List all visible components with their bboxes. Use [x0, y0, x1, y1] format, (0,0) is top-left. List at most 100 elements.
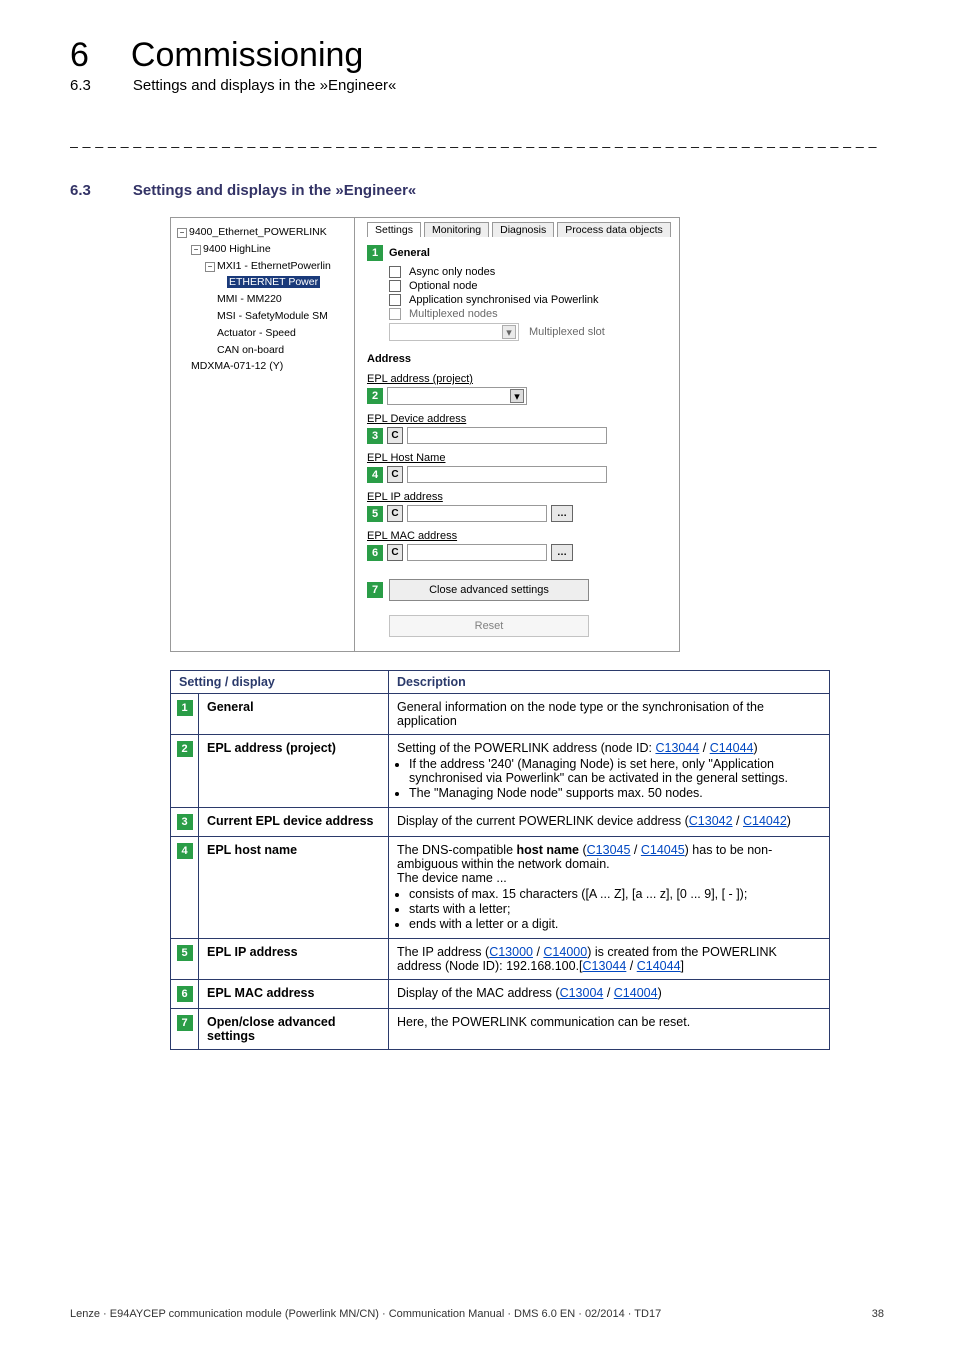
row-desc: The IP address (C13000 / C14000) is crea…: [389, 939, 830, 980]
input-epl-ip[interactable]: [407, 505, 547, 522]
code-link[interactable]: C14045: [641, 843, 685, 857]
checkbox-optional[interactable]: [389, 280, 401, 292]
code-link[interactable]: C14004: [614, 986, 658, 1000]
code-link[interactable]: C13042: [689, 814, 733, 828]
label-multi-slot: Multiplexed slot: [529, 326, 605, 338]
list-item: starts with a letter;: [409, 902, 821, 916]
dropdown-epl-project[interactable]: ▾: [387, 387, 527, 405]
callout-2: 2: [177, 741, 193, 757]
tab-diagnosis[interactable]: Diagnosis: [492, 222, 554, 237]
tree-node-selected[interactable]: ETHERNET Power: [227, 276, 320, 288]
callout-1: 1: [177, 700, 193, 716]
divider: _ _ _ _ _ _ _ _ _ _ _ _ _ _ _ _ _ _ _ _ …: [70, 132, 884, 148]
tree-node[interactable]: MMI - MM220: [217, 293, 282, 305]
label-epl-ip: EPL IP address: [367, 491, 671, 503]
tree-node[interactable]: CAN on-board: [217, 344, 284, 356]
table-row: 5 EPL IP address The IP address (C13000 …: [171, 939, 830, 980]
callout-7: 7: [367, 582, 383, 598]
row-desc: Setting of the POWERLINK address (node I…: [389, 735, 830, 808]
c-button[interactable]: C: [387, 544, 403, 561]
code-link[interactable]: C14000: [543, 945, 587, 959]
section-title: Settings and displays in the »Engineer«: [133, 182, 416, 199]
checkbox-async[interactable]: [389, 266, 401, 278]
code-link[interactable]: C13045: [587, 843, 631, 857]
callout-7: 7: [177, 1015, 193, 1031]
table-row: 2 EPL address (project) Setting of the P…: [171, 735, 830, 808]
col-description: Description: [389, 671, 830, 694]
engineer-screenshot: −9400_Ethernet_POWERLINK −9400 HighLine …: [170, 217, 680, 652]
callout-6: 6: [177, 986, 193, 1002]
label-async: Async only nodes: [409, 266, 495, 278]
table-row: 6 EPL MAC address Display of the MAC add…: [171, 980, 830, 1009]
input-epl-host[interactable]: [407, 466, 607, 483]
code-link[interactable]: C13044: [583, 959, 627, 973]
code-link[interactable]: C14044: [710, 741, 754, 755]
checkbox-multi-nodes[interactable]: [389, 308, 401, 320]
row-desc: General information on the node type or …: [389, 694, 830, 735]
close-advanced-button[interactable]: Close advanced settings: [389, 579, 589, 601]
label-app-sync: Application synchronised via Powerlink: [409, 294, 599, 306]
c-button[interactable]: C: [387, 505, 403, 522]
list-item: ends with a letter or a digit.: [409, 917, 821, 931]
callout-4: 4: [177, 843, 193, 859]
input-epl-mac[interactable]: [407, 544, 547, 561]
row-desc: Display of the current POWERLINK device …: [389, 808, 830, 837]
row-label: EPL host name: [199, 837, 389, 939]
code-link[interactable]: C14044: [637, 959, 681, 973]
callout-4: 4: [367, 467, 383, 483]
chevron-down-icon: ▾: [502, 325, 516, 339]
tab-bar: Settings Monitoring Diagnosis Process da…: [367, 222, 671, 237]
reset-button[interactable]: Reset: [389, 615, 589, 637]
list-item: If the address '240' (Managing Node) is …: [409, 757, 821, 785]
label-multi-nodes: Multiplexed nodes: [409, 308, 498, 320]
row-label: EPL MAC address: [199, 980, 389, 1009]
label-epl-device: EPL Device address: [367, 413, 671, 425]
chevron-down-icon: ▾: [510, 389, 524, 403]
table-row: 7 Open/close advanced settings Here, the…: [171, 1009, 830, 1050]
checkbox-app-sync[interactable]: [389, 294, 401, 306]
input-epl-device[interactable]: [407, 427, 607, 444]
tree-node[interactable]: 9400 HighLine: [203, 243, 271, 255]
callout-2: 2: [367, 388, 383, 404]
row-label: Current EPL device address: [199, 808, 389, 837]
c-button[interactable]: C: [387, 427, 403, 444]
footer-text: Lenze · E94AYCEP communication module (P…: [70, 1308, 661, 1320]
tree-node[interactable]: 9400_Ethernet_POWERLINK: [189, 226, 327, 238]
row-label: General: [199, 694, 389, 735]
ellipsis-button[interactable]: …: [551, 544, 573, 561]
settings-table: Setting / display Description 1 General …: [170, 670, 830, 1050]
callout-5: 5: [177, 945, 193, 961]
tree-node[interactable]: Actuator - Speed: [217, 327, 296, 339]
page-number: 38: [872, 1308, 884, 1320]
code-link[interactable]: C14042: [743, 814, 787, 828]
code-link[interactable]: C13004: [560, 986, 604, 1000]
c-button[interactable]: C: [387, 466, 403, 483]
callout-1: 1: [367, 245, 383, 261]
table-row: 1 General General information on the nod…: [171, 694, 830, 735]
tab-monitoring[interactable]: Monitoring: [424, 222, 489, 237]
dropdown-multi-slot[interactable]: ▾: [389, 323, 519, 341]
tree-node[interactable]: MXI1 - EthernetPowerlin: [217, 260, 331, 272]
list-item: consists of max. 15 characters ([A ... Z…: [409, 887, 821, 901]
code-link[interactable]: C13000: [489, 945, 533, 959]
row-desc: Display of the MAC address (C13004 / C14…: [389, 980, 830, 1009]
row-desc: The DNS-compatible host name (C13045 / C…: [389, 837, 830, 939]
chapter-number: 6: [70, 36, 89, 75]
section-number-header: 6.3: [70, 77, 91, 94]
tab-process-data[interactable]: Process data objects: [557, 222, 670, 237]
tab-settings[interactable]: Settings: [367, 222, 421, 237]
tree-node[interactable]: MDXMA-071-12 (Y): [191, 360, 283, 372]
label-epl-host: EPL Host Name: [367, 452, 671, 464]
section-title-header: Settings and displays in the »Engineer«: [133, 77, 397, 94]
section-number: 6.3: [70, 182, 91, 199]
label-epl-project: EPL address (project): [367, 373, 671, 385]
code-link[interactable]: C13044: [655, 741, 699, 755]
row-label: EPL IP address: [199, 939, 389, 980]
tree-node[interactable]: MSI - SafetyModule SM: [217, 310, 328, 322]
ellipsis-button[interactable]: …: [551, 505, 573, 522]
table-row: 3 Current EPL device address Display of …: [171, 808, 830, 837]
project-tree: −9400_Ethernet_POWERLINK −9400 HighLine …: [171, 218, 355, 651]
label-optional: Optional node: [409, 280, 478, 292]
chapter-title: Commissioning: [131, 36, 363, 75]
callout-6: 6: [367, 545, 383, 561]
